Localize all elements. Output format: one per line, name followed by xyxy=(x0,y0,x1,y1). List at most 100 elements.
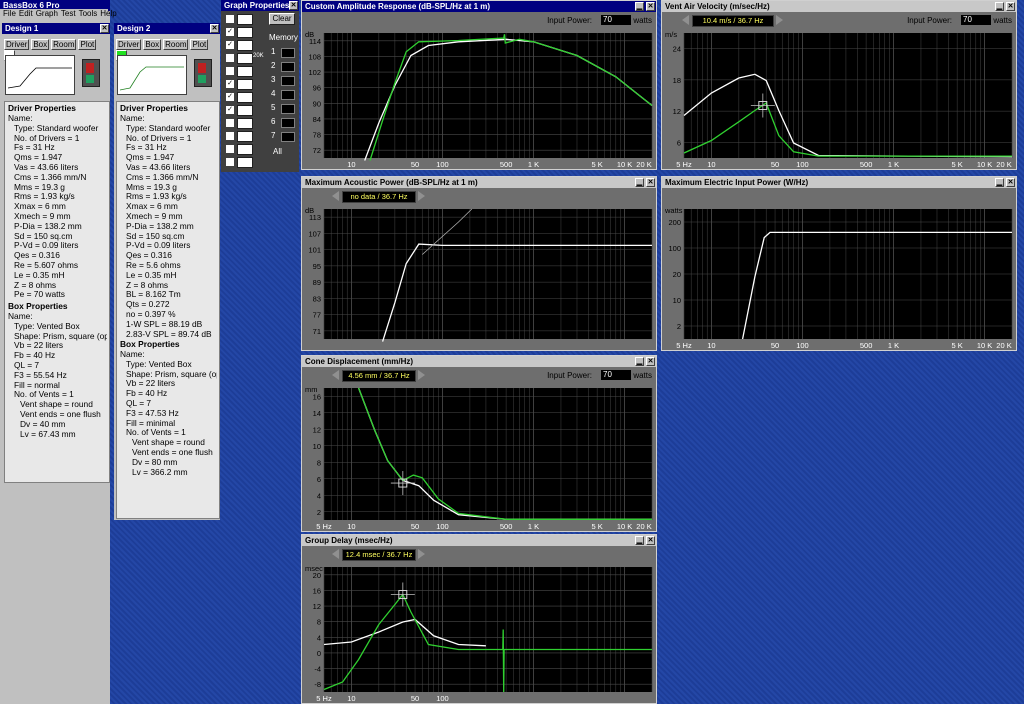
graph-toggle-checkbox[interactable]: ✓ xyxy=(225,79,235,89)
amplitude-xtick: 500 xyxy=(500,160,513,169)
velocity-next-arrow[interactable] xyxy=(776,15,783,25)
design2-tab-driver[interactable]: Driver xyxy=(116,39,142,50)
graph-type-icon[interactable] xyxy=(237,105,253,116)
delay-prev-arrow[interactable] xyxy=(332,549,339,559)
graph-toggle-checkbox[interactable] xyxy=(225,157,235,167)
velocity-close-button[interactable]: ✕ xyxy=(1006,2,1015,11)
clear-button[interactable]: Clear xyxy=(269,13,295,25)
acoustic-minimize-button[interactable]: ▁ xyxy=(635,178,644,187)
delay-plot[interactable]: 201612840-4-8msec5 Hz 10 50 100 xyxy=(302,561,656,704)
graph-toggle-checkbox[interactable] xyxy=(225,144,235,154)
velocity-titlebar[interactable]: Vent Air Velocity (m/sec/Hz) ▁ ✕ xyxy=(662,1,1016,12)
electric-plot[interactable]: 200 100 20 10 2 watts 5 Hz 10 50 100 500 1 K 5 K 10 K… xyxy=(662,203,1016,351)
memory-slot-button-1[interactable] xyxy=(281,48,295,58)
delay-next-arrow[interactable] xyxy=(418,549,425,559)
menu-item-help[interactable]: Help xyxy=(100,9,116,18)
acoustic-prev-arrow[interactable] xyxy=(332,191,339,201)
graph-toggle-checkbox[interactable] xyxy=(225,131,235,141)
velocity-xtick: 5 Hz xyxy=(676,160,692,169)
acoustic-titlebar[interactable]: Maximum Acoustic Power (dB-SPL/Hz at 1 m… xyxy=(302,177,656,188)
menu-item-edit[interactable]: Edit xyxy=(19,9,33,18)
acoustic-ytick: 77 xyxy=(313,311,321,320)
graph-type-icon[interactable] xyxy=(237,157,253,168)
design2-thumbnail[interactable] xyxy=(117,55,187,95)
amplitude-xtick: 100 xyxy=(436,160,449,169)
graph-type-icon[interactable] xyxy=(237,92,253,103)
graph-toggle-checkbox[interactable] xyxy=(225,118,235,128)
design2-tab-plot[interactable]: Plot xyxy=(190,39,209,50)
acoustic-next-arrow[interactable] xyxy=(418,191,425,201)
graph-toggle-checkbox[interactable]: ✓ xyxy=(225,27,235,37)
memory-slot-button-2[interactable] xyxy=(281,62,295,72)
electric-titlebar[interactable]: Maximum Electric Input Power (W/Hz) ▁ ✕ xyxy=(662,177,1016,188)
design1-tab-box[interactable]: Box xyxy=(31,39,50,50)
cone-units-label: watts xyxy=(633,371,652,380)
graph-toggle-checkbox[interactable]: ✓ xyxy=(225,92,235,102)
graph-type-icon[interactable] xyxy=(237,66,253,77)
memory-slot-button-3[interactable] xyxy=(281,76,295,86)
delay-minimize-button[interactable]: ▁ xyxy=(635,536,644,545)
electric-close-button[interactable]: ✕ xyxy=(1006,178,1015,187)
cone-minimize-button[interactable]: ▁ xyxy=(635,357,644,366)
graph-type-icon[interactable] xyxy=(237,53,253,64)
design1-tab-plot[interactable]: Plot xyxy=(78,39,97,50)
acoustic-close-button[interactable]: ✕ xyxy=(646,178,655,187)
velocity-input-power-field[interactable]: 70 xyxy=(961,15,991,25)
acoustic-plot[interactable]: 1131071019589837771dB xyxy=(302,203,656,351)
design1-tab-driver[interactable]: Driver xyxy=(4,39,30,50)
amplitude-xtick: 5 K xyxy=(592,160,603,169)
design1-thumbnail[interactable] xyxy=(5,55,75,95)
memory-all-button[interactable]: All xyxy=(273,147,282,156)
cone-titlebar[interactable]: Cone Displacement (mm/Hz) ▁ ✕ xyxy=(302,356,656,367)
graph-type-icon[interactable] xyxy=(237,27,253,38)
graph-toggle-checkbox[interactable]: ✓ xyxy=(225,40,235,50)
design1-close-button[interactable]: ✕ xyxy=(100,24,109,33)
amplitude-minimize-button[interactable]: ▁ xyxy=(635,2,644,11)
cone-next-arrow[interactable] xyxy=(418,370,425,380)
amplitude-close-button[interactable]: ✕ xyxy=(646,2,655,11)
graph-toggle-checkbox[interactable] xyxy=(225,66,235,76)
amplitude-titlebar[interactable]: Custom Amplitude Response (dB-SPL/Hz at … xyxy=(302,1,656,12)
cone-prev-arrow[interactable] xyxy=(332,370,339,380)
electric-xtick: 500 xyxy=(860,341,873,350)
graph-type-icon[interactable] xyxy=(237,131,253,142)
graph-type-icon[interactable] xyxy=(237,14,253,25)
design2-tab-box[interactable]: Box xyxy=(143,39,162,50)
memory-slot-button-6[interactable] xyxy=(281,118,295,128)
graph-type-icon[interactable] xyxy=(237,40,253,51)
graph-toggle-checkbox[interactable] xyxy=(225,53,235,63)
amplitude-plot[interactable]: 1141081029690847872dB10 50 100 500 1 K5 K 10 … xyxy=(302,27,656,170)
cone-close-button[interactable]: ✕ xyxy=(646,357,655,366)
velocity-prev-arrow[interactable] xyxy=(682,15,689,25)
design2-close-button[interactable]: ✕ xyxy=(210,24,219,33)
menu-item-file[interactable]: File xyxy=(3,9,16,18)
design2-tab-room[interactable]: Room xyxy=(163,39,189,50)
amplitude-input-power-field[interactable]: 70 xyxy=(601,15,631,25)
delay-titlebar[interactable]: Group Delay (msec/Hz) ▁ ✕ xyxy=(302,535,656,546)
cone-input-power-field[interactable]: 70 xyxy=(601,370,631,380)
memory-slot-button-5[interactable] xyxy=(281,104,295,114)
memory-slot-label: 7 xyxy=(271,131,276,140)
graph-properties-close-button[interactable]: ✕ xyxy=(289,1,298,10)
cone-plot[interactable]: 161412108642mm5 Hz 10 50 100 500 1 K5 K 10 K 20… xyxy=(302,382,656,532)
graph-toggle-checkbox[interactable] xyxy=(225,14,235,24)
electric-minimize-button[interactable]: ▁ xyxy=(995,178,1004,187)
design1-titlebar[interactable]: Design 1 ✕ xyxy=(2,23,110,34)
graph-type-icon[interactable] xyxy=(237,144,253,155)
design2-titlebar[interactable]: Design 2 ✕ xyxy=(114,23,220,34)
memory-slot-button-7[interactable] xyxy=(281,132,295,142)
amplitude-ytick: 84 xyxy=(313,115,321,124)
design1-tab-room[interactable]: Room xyxy=(51,39,77,50)
memory-slot-button-4[interactable] xyxy=(281,90,295,100)
menu-item-tools[interactable]: Tools xyxy=(79,9,98,18)
delay-close-button[interactable]: ✕ xyxy=(646,536,655,545)
electric-xtick: 100 xyxy=(796,341,809,350)
menu-item-test[interactable]: Test xyxy=(61,9,76,18)
graph-type-icon[interactable] xyxy=(237,79,253,90)
velocity-plot[interactable]: 24 18 12 6 m/s 5 Hz 10 50 100 500 1 K 5 K 10 K 20 K xyxy=(662,27,1016,170)
menu-item-graph[interactable]: Graph xyxy=(36,9,58,18)
graph-type-icon[interactable] xyxy=(237,118,253,129)
graph-properties-titlebar[interactable]: Graph Properties ✕ xyxy=(221,0,299,11)
velocity-minimize-button[interactable]: ▁ xyxy=(995,2,1004,11)
graph-toggle-checkbox[interactable]: ✓ xyxy=(225,105,235,115)
